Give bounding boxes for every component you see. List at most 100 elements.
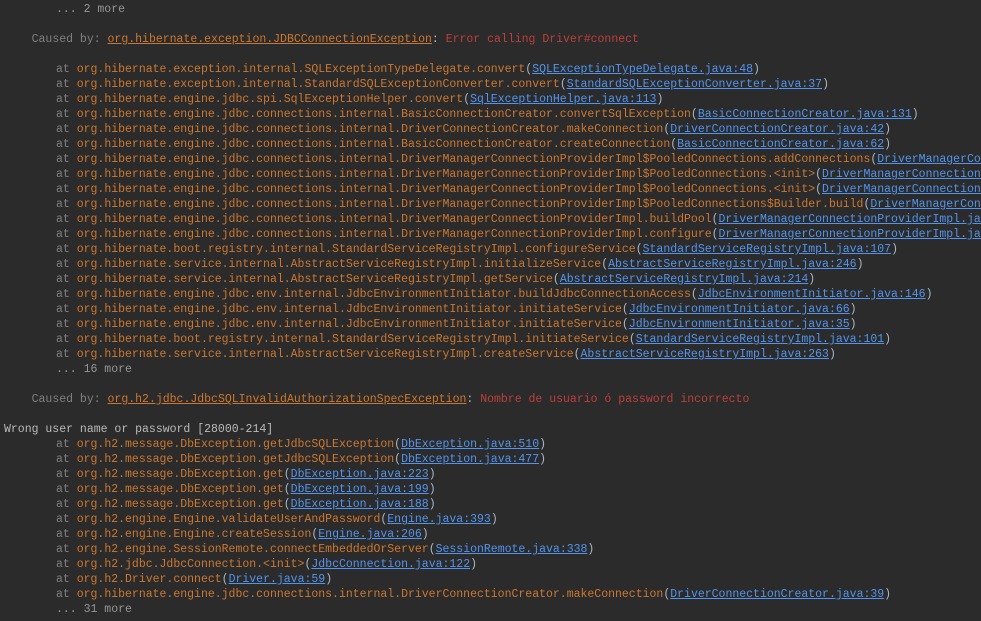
qualified-method: org.hibernate.engine.jdbc.connections.in…	[77, 213, 712, 226]
source-location-link[interactable]: DriverConnectionCreator.java:39	[670, 588, 884, 601]
source-location-link[interactable]: DbException.java:199	[291, 483, 429, 496]
caused-by-label: Caused by:	[32, 33, 108, 46]
qualified-method: org.h2.Driver.connect	[77, 573, 222, 586]
paren-open: (	[284, 483, 291, 496]
qualified-method: org.hibernate.engine.jdbc.connections.in…	[77, 153, 871, 166]
qualified-method: org.hibernate.exception.internal.Standar…	[77, 78, 560, 91]
source-location-link[interactable]: Engine.java:206	[318, 528, 422, 541]
at-keyword: at	[56, 288, 77, 301]
qualified-method: org.hibernate.engine.jdbc.connections.in…	[77, 198, 864, 211]
paren-open: (	[815, 168, 822, 181]
paren-open: (	[429, 543, 436, 556]
paren-close: )	[656, 93, 663, 106]
qualified-method: org.h2.engine.SessionRemote.connectEmbed…	[77, 543, 429, 556]
stack-trace-log: ... 2 more Caused by: org.hibernate.exce…	[0, 0, 981, 621]
stack-frame: at org.hibernate.engine.jdbc.connections…	[4, 587, 981, 602]
paren-close: )	[857, 258, 864, 271]
paren-open: (	[629, 333, 636, 346]
paren-open: (	[691, 108, 698, 121]
exception-class-link[interactable]: org.h2.jdbc.JdbcSQLInvalidAuthorizationS…	[108, 393, 467, 406]
source-location-link[interactable]: BasicConnectionCreator.java:131	[698, 108, 912, 121]
source-location-link[interactable]: Driver.java:59	[229, 573, 326, 586]
at-keyword: at	[56, 93, 77, 106]
omitted-frames: ... 2 more	[4, 2, 981, 17]
source-location-link[interactable]: SessionRemote.java:338	[436, 543, 588, 556]
stack-frame: at org.hibernate.engine.jdbc.connections…	[4, 197, 981, 212]
source-location-link[interactable]: JdbcEnvironmentInitiator.java:35	[629, 318, 850, 331]
paren-close: )	[808, 273, 815, 286]
paren-close: )	[884, 588, 891, 601]
stack-frames-2: at org.h2.message.DbException.getJdbcSQL…	[4, 437, 981, 602]
qualified-method: org.hibernate.engine.jdbc.env.internal.J…	[77, 288, 691, 301]
stack-frame: at org.h2.engine.SessionRemote.connectEm…	[4, 542, 981, 557]
source-location-link[interactable]: JdbcEnvironmentInitiator.java:146	[698, 288, 926, 301]
paren-close: )	[850, 318, 857, 331]
source-location-link[interactable]: AbstractServiceRegistryImpl.java:263	[581, 348, 829, 361]
source-location-link[interactable]: SQLExceptionTypeDelegate.java:48	[532, 63, 753, 76]
at-keyword: at	[56, 333, 77, 346]
stack-frame: at org.hibernate.boot.registry.internal.…	[4, 332, 981, 347]
at-keyword: at	[56, 198, 77, 211]
qualified-method: org.hibernate.service.internal.AbstractS…	[77, 348, 574, 361]
source-location-link[interactable]: DriverManagerConnectionProviderImpl.java…	[719, 213, 981, 226]
source-location-link[interactable]: DbException.java:477	[401, 453, 539, 466]
paren-close: )	[884, 333, 891, 346]
at-keyword: at	[56, 273, 77, 286]
source-location-link[interactable]: DriverManagerConnectionProviderImpl.java…	[719, 228, 981, 241]
sep: :	[432, 33, 446, 46]
stack-frame: at org.h2.engine.Engine.createSession(En…	[4, 527, 981, 542]
at-keyword: at	[56, 78, 77, 91]
qualified-method: org.hibernate.engine.jdbc.connections.in…	[77, 168, 815, 181]
paren-close: )	[539, 438, 546, 451]
at-keyword: at	[56, 123, 77, 136]
source-location-link[interactable]: JdbcEnvironmentInitiator.java:66	[629, 303, 850, 316]
paren-open: (	[284, 498, 291, 511]
paren-close: )	[429, 468, 436, 481]
exception-class-link[interactable]: org.hibernate.exception.JDBCConnectionEx…	[108, 33, 432, 46]
source-location-link[interactable]: StandardServiceRegistryImpl.java:107	[643, 243, 891, 256]
caused-by-label: Caused by:	[32, 393, 108, 406]
stack-frame: at org.h2.message.DbException.get(DbExce…	[4, 497, 981, 512]
source-location-link[interactable]: AbstractServiceRegistryImpl.java:214	[560, 273, 808, 286]
source-location-link[interactable]: DbException.java:188	[291, 498, 429, 511]
source-location-link[interactable]: DriverConnectionCreator.java:42	[670, 123, 884, 136]
source-location-link[interactable]: StandardServiceRegistryImpl.java:101	[636, 333, 884, 346]
paren-close: )	[829, 348, 836, 361]
source-location-link[interactable]: DriverManagerConnectionProviderImpl.java…	[822, 183, 981, 196]
stack-frame: at org.h2.message.DbException.getJdbcSQL…	[4, 437, 981, 452]
paren-close: )	[429, 483, 436, 496]
omitted-frames: ... 31 more	[4, 602, 981, 617]
source-location-link[interactable]: DriverManagerConnectionProviderImpl.java…	[877, 153, 981, 166]
paren-open: (	[712, 213, 719, 226]
source-location-link[interactable]: BasicConnectionCreator.java:62	[677, 138, 884, 151]
source-location-link[interactable]: DriverManagerConnectionProviderImpl.java…	[870, 198, 981, 211]
source-location-link[interactable]: SqlExceptionHelper.java:113	[470, 93, 656, 106]
stack-frame: at org.hibernate.boot.registry.internal.…	[4, 242, 981, 257]
stack-frame: at org.hibernate.engine.jdbc.env.interna…	[4, 287, 981, 302]
paren-open: (	[560, 78, 567, 91]
source-location-link[interactable]: StandardSQLExceptionConverter.java:37	[567, 78, 822, 91]
source-location-link[interactable]: DriverManagerConnectionProviderImpl.java…	[822, 168, 981, 181]
qualified-method: org.hibernate.engine.jdbc.connections.in…	[77, 138, 671, 151]
qualified-method: org.hibernate.engine.jdbc.connections.in…	[77, 108, 691, 121]
stack-frame: at org.hibernate.engine.jdbc.connections…	[4, 152, 981, 167]
paren-close: )	[912, 108, 919, 121]
at-keyword: at	[56, 348, 77, 361]
qualified-method: org.hibernate.exception.internal.SQLExce…	[77, 63, 526, 76]
qualified-method: org.hibernate.engine.jdbc.env.internal.J…	[77, 303, 622, 316]
paren-open: (	[815, 183, 822, 196]
qualified-method: org.hibernate.engine.jdbc.connections.in…	[77, 588, 664, 601]
stack-frame: at org.h2.message.DbException.get(DbExce…	[4, 482, 981, 497]
paren-close: )	[422, 528, 429, 541]
at-keyword: at	[56, 573, 77, 586]
source-location-link[interactable]: DbException.java:510	[401, 438, 539, 451]
paren-close: )	[325, 573, 332, 586]
paren-open: (	[636, 243, 643, 256]
source-location-link[interactable]: DbException.java:223	[291, 468, 429, 481]
source-location-link[interactable]: AbstractServiceRegistryImpl.java:246	[608, 258, 856, 271]
paren-open: (	[712, 228, 719, 241]
source-location-link[interactable]: Engine.java:393	[387, 513, 491, 526]
stack-frames-1: at org.hibernate.exception.internal.SQLE…	[4, 62, 981, 362]
stack-frame: at org.hibernate.engine.jdbc.connections…	[4, 137, 981, 152]
stack-frame: at org.hibernate.engine.jdbc.connections…	[4, 227, 981, 242]
